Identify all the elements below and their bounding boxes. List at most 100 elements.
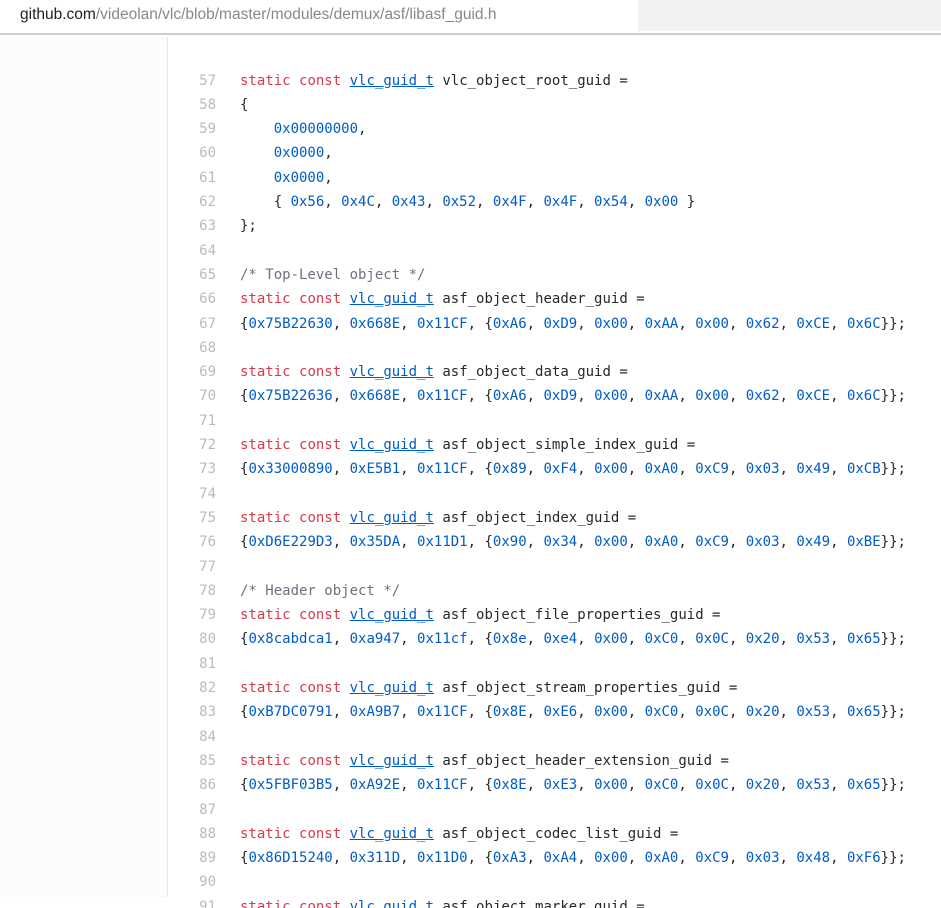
code-text-token: , <box>324 169 333 186</box>
hex-constant-token: 0x8E <box>492 704 527 721</box>
type-link[interactable]: vlc_guid_t <box>350 899 434 908</box>
code-text-token: , <box>627 194 645 211</box>
line-number[interactable]: 81 <box>169 652 216 676</box>
keyword-token: const <box>299 437 342 454</box>
type-link[interactable]: vlc_guid_t <box>350 73 434 89</box>
code-text-token: , <box>577 461 595 478</box>
hex-constant-token: 0x11D0 <box>417 850 468 867</box>
code-text-token: , <box>779 631 797 648</box>
keyword-token: const <box>299 291 342 308</box>
code-text-token: , <box>526 315 544 332</box>
hex-constant-token: 0x65 <box>846 777 881 794</box>
line-number[interactable]: 86 <box>169 773 216 797</box>
type-link[interactable]: vlc_guid_t <box>350 291 434 307</box>
line-number[interactable]: 83 <box>169 700 216 724</box>
hex-constant-token: 0x54 <box>594 194 628 211</box>
line-number[interactable]: 89 <box>169 846 216 870</box>
line-number[interactable]: 74 <box>169 482 216 506</box>
line-number[interactable]: 62 <box>169 190 216 214</box>
line-number[interactable]: 87 <box>169 798 216 822</box>
code-text-token: , <box>400 850 418 867</box>
hex-constant-token: 0xD6E229D3 <box>248 534 333 551</box>
line-number[interactable]: 58 <box>169 93 216 117</box>
line-number[interactable]: 90 <box>169 870 216 894</box>
line-number[interactable]: 71 <box>169 409 216 433</box>
code-text-token: , <box>830 631 847 648</box>
hex-constant-token: 0x89 <box>492 461 527 478</box>
keyword-token: const <box>299 607 342 624</box>
code-line: 83 {0xB7DC0791, 0xA9B7, 0x11CF, {0x8E, 0x… <box>169 700 941 724</box>
line-number[interactable]: 72 <box>169 433 216 457</box>
hex-constant-token: 0x75B22636 <box>248 388 333 405</box>
code-text-token: { <box>240 96 249 113</box>
line-number[interactable]: 59 <box>169 117 216 141</box>
code-text-token: , <box>476 194 493 211</box>
hex-constant-token: 0x00 <box>594 704 628 721</box>
type-link[interactable]: vlc_guid_t <box>350 826 434 842</box>
code-line-content: { 0x56, 0x4C, 0x43, 0x52, 0x4F, 0x4F, 0x… <box>240 190 696 214</box>
code-text-token: , <box>779 777 797 794</box>
hex-constant-token: 0x11D1 <box>417 534 468 551</box>
line-number[interactable]: 66 <box>169 287 216 311</box>
hex-constant-token: 0x668E <box>349 315 401 332</box>
line-number[interactable]: 78 <box>169 579 216 603</box>
type-link[interactable]: vlc_guid_t <box>350 753 434 769</box>
code-text-token: , <box>627 631 645 648</box>
code-text-token: , <box>332 315 350 332</box>
line-number[interactable]: 84 <box>169 725 216 749</box>
hex-constant-token: 0x11CF <box>417 315 468 332</box>
line-number[interactable]: 57 <box>169 69 216 93</box>
hex-constant-token: 0xF6 <box>846 850 881 867</box>
hex-constant-token: 0x8cabdca1 <box>248 631 333 648</box>
type-link[interactable]: vlc_guid_t <box>350 607 434 623</box>
code-line: 79 static const vlc_guid_t asf_object_fil… <box>169 603 941 627</box>
code-text-token: , { <box>467 704 493 721</box>
code-text-token: , <box>678 388 696 405</box>
line-number[interactable]: 88 <box>169 822 216 846</box>
hex-constant-token: 0x11cf <box>417 631 468 648</box>
line-number[interactable]: 60 <box>169 141 216 165</box>
code-line: 66 static const vlc_guid_t asf_object_hea… <box>169 287 941 311</box>
line-number[interactable]: 76 <box>169 530 216 554</box>
line-number[interactable]: 91 <box>169 895 216 908</box>
code-text-token: asf_object_header_extension_guid = <box>433 752 729 769</box>
type-link[interactable]: vlc_guid_t <box>350 364 434 380</box>
line-number[interactable]: 82 <box>169 676 216 700</box>
line-number[interactable]: 73 <box>169 457 216 481</box>
keyword-token: const <box>299 680 342 697</box>
hex-constant-token: 0x49 <box>796 461 831 478</box>
code-line: 88 static const vlc_guid_t asf_object_cod… <box>169 822 941 846</box>
line-number[interactable]: 80 <box>169 627 216 651</box>
hex-constant-token: 0xC0 <box>644 704 679 721</box>
line-number[interactable]: 85 <box>169 749 216 773</box>
line-number[interactable]: 63 <box>169 214 216 238</box>
hex-constant-token: 0xA6 <box>492 388 527 405</box>
line-number[interactable]: 79 <box>169 603 216 627</box>
hex-constant-token: 0x90 <box>492 534 527 551</box>
line-number[interactable]: 68 <box>169 336 216 360</box>
line-number[interactable]: 65 <box>169 263 216 287</box>
hex-constant-token: 0x00 <box>594 850 628 867</box>
type-link[interactable]: vlc_guid_t <box>350 680 434 696</box>
line-number[interactable]: 69 <box>169 360 216 384</box>
line-number[interactable]: 70 <box>169 384 216 408</box>
hex-constant-token: 0x65 <box>846 704 881 721</box>
code-line-content: {0x33000890, 0xE5B1, 0x11CF, {0x89, 0xF4… <box>240 457 906 481</box>
line-number[interactable]: 67 <box>169 312 216 336</box>
code-line-content: static const vlc_guid_t asf_object_strea… <box>240 676 737 700</box>
type-link[interactable]: vlc_guid_t <box>350 510 434 526</box>
line-number[interactable]: 61 <box>169 166 216 190</box>
line-number[interactable]: 77 <box>169 555 216 579</box>
line-number[interactable]: 64 <box>169 239 216 263</box>
browser-url-bar[interactable]: github.com/videolan/vlc/blob/master/modu… <box>0 0 941 31</box>
code-line-content: { <box>240 93 248 117</box>
url-text: github.com/videolan/vlc/blob/master/modu… <box>20 0 496 31</box>
hex-constant-token: 0xC9 <box>695 534 729 551</box>
code-text-token: , <box>728 704 746 721</box>
type-link[interactable]: vlc_guid_t <box>350 437 434 453</box>
code-line-content: static const vlc_guid_t asf_object_data_… <box>240 360 628 384</box>
url-path: /videolan/vlc/blob/master/modules/demux/… <box>95 6 497 23</box>
line-number[interactable]: 75 <box>169 506 216 530</box>
keyword-token: const <box>299 898 342 908</box>
